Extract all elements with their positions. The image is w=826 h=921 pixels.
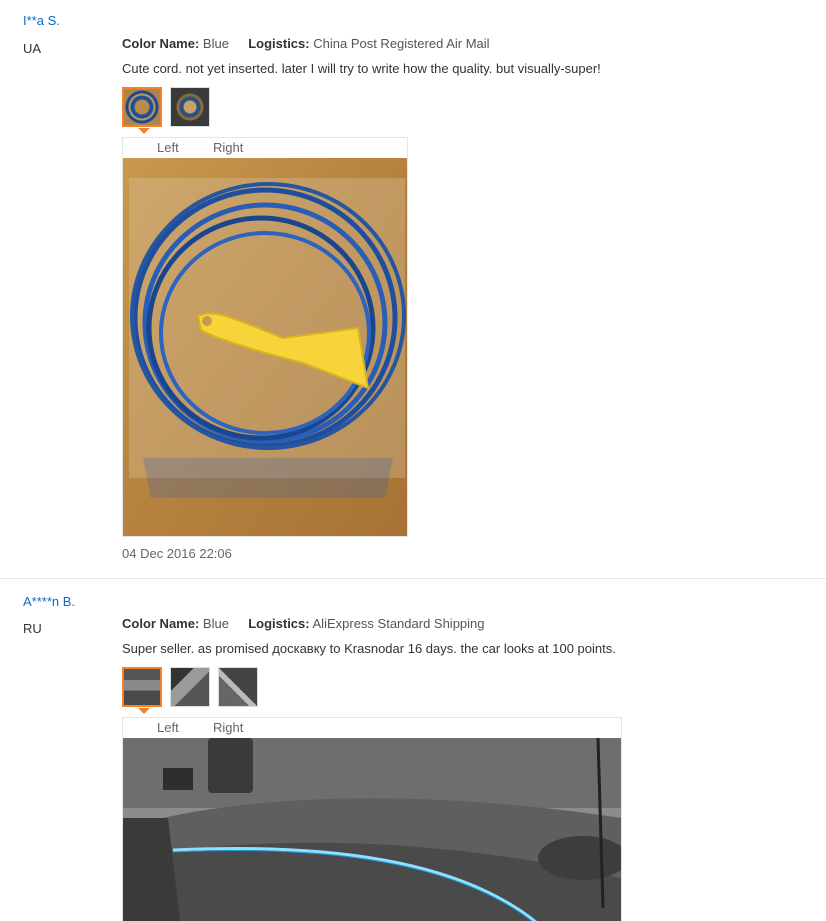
reviewer-name[interactable]: I**a S. (23, 13, 60, 28)
photo-thumbnails (122, 667, 258, 707)
viewer-left-button[interactable]: Left (157, 140, 179, 155)
photo-thumbnail[interactable] (122, 87, 162, 127)
photo-thumbnail[interactable] (170, 667, 210, 707)
dashboard-photo-image (123, 738, 621, 921)
photo-thumbnails (122, 87, 210, 127)
color-value: Blue (202, 616, 229, 631)
logistics-value: China Post Registered Air Mail (313, 36, 490, 51)
logistics-value: AliExpress Standard Shipping (312, 616, 485, 631)
order-info: Color Name: Blue Logistics: China Post R… (122, 36, 490, 51)
viewer-right-button[interactable]: Right (213, 720, 243, 735)
reviewer-country: UA (23, 41, 42, 56)
review-text: Cute cord. not yet inserted. later I wil… (122, 61, 601, 76)
order-info: Color Name: Blue Logistics: AliExpress S… (122, 616, 485, 631)
photo-thumbnail[interactable] (170, 87, 210, 127)
review-item: A****n B. RU Color Name: Blue Logistics:… (0, 579, 826, 921)
coil-photo-image (123, 158, 407, 536)
photo-viewer: Left Right (122, 717, 622, 921)
color-label: Color Name: (122, 616, 200, 631)
active-thumb-indicator (138, 128, 150, 134)
review-photo (123, 158, 407, 536)
photo-viewer: Left Right (122, 137, 408, 537)
viewer-left-button[interactable]: Left (157, 720, 179, 735)
review-photo (123, 738, 621, 921)
logistics-label: Logistics: (248, 36, 310, 51)
reviewer-country: RU (23, 621, 42, 636)
photo-thumbnail[interactable] (218, 667, 258, 707)
viewer-right-button[interactable]: Right (213, 140, 243, 155)
color-value: Blue (202, 36, 229, 51)
photo-thumbnail[interactable] (122, 667, 162, 707)
review-text: Super seller. as promised доскавку to Kr… (122, 641, 616, 656)
review-date: 04 Dec 2016 22:06 (122, 546, 232, 561)
logistics-label: Logistics: (248, 616, 310, 631)
color-label: Color Name: (122, 36, 200, 51)
review-item: I**a S. UA Color Name: Blue Logistics: C… (0, 0, 826, 579)
reviewer-name[interactable]: A****n B. (23, 594, 75, 609)
active-thumb-indicator (138, 708, 150, 714)
